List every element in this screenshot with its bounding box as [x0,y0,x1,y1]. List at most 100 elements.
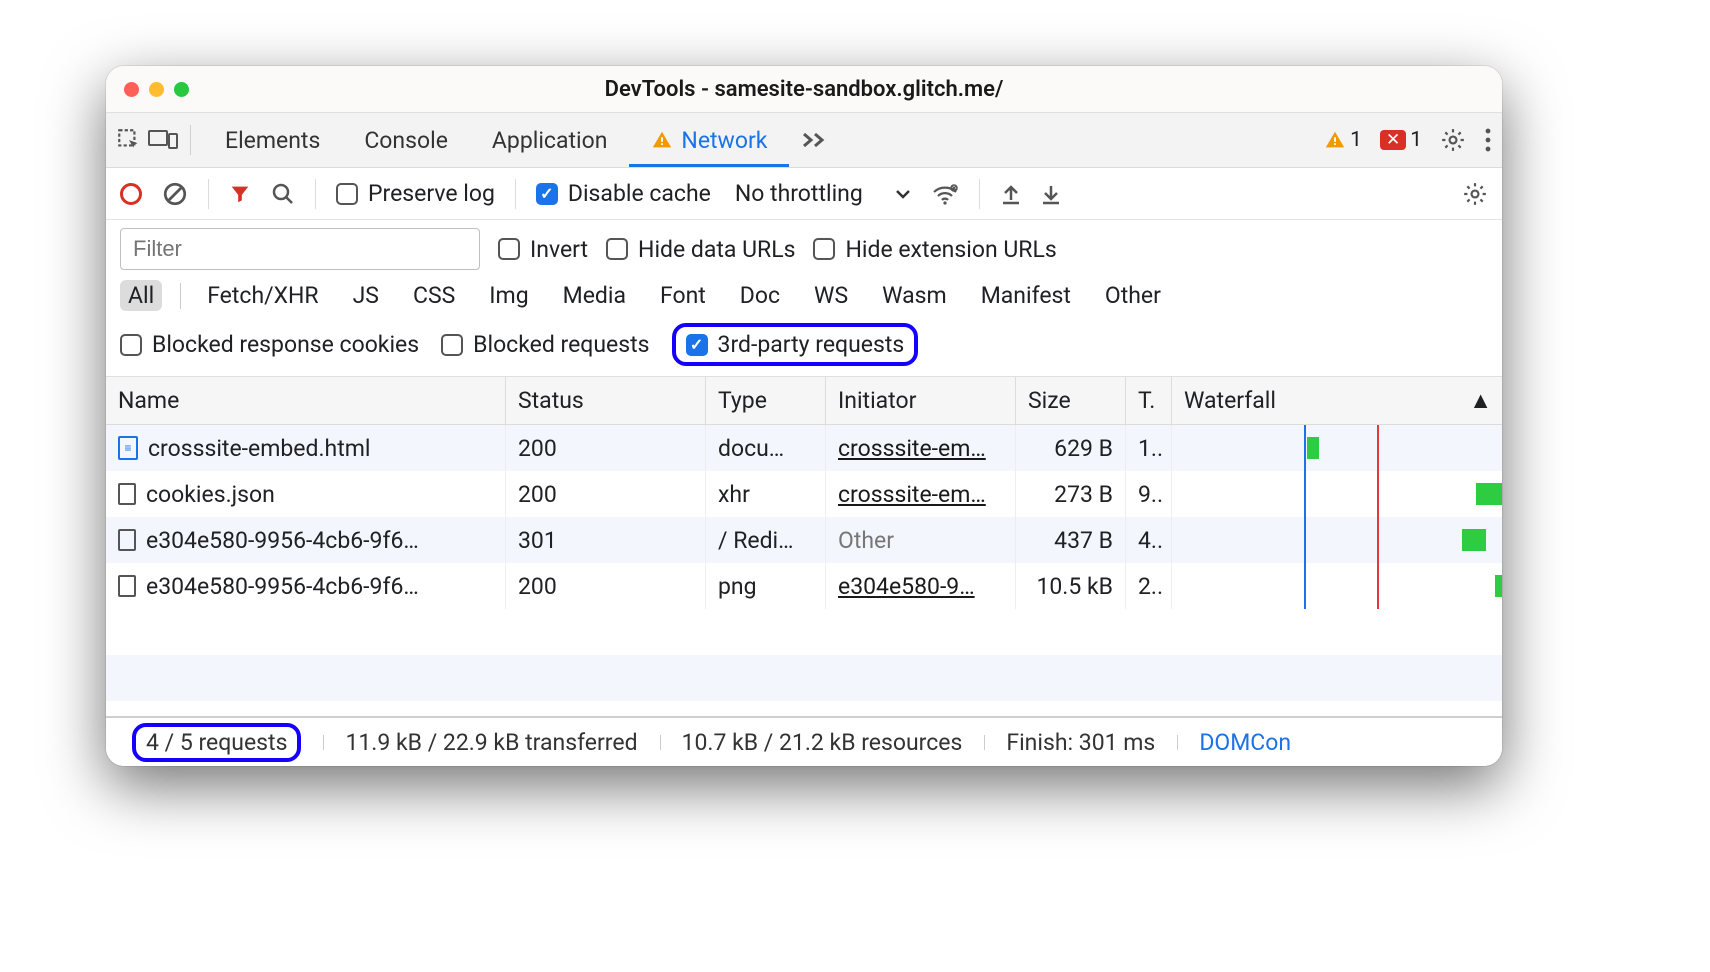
cell-name: cookies.json [106,471,506,517]
blocked-cookies-checkbox[interactable]: Blocked response cookies [120,331,419,358]
warning-icon [1324,129,1346,151]
table-row[interactable]: ≡crosssite-embed.html200docu… crosssite-e… [106,425,1502,471]
cell-type: xhr [706,471,826,517]
type-font[interactable]: Font [652,280,714,311]
titlebar: DevTools - samesite-sandbox.glitch.me/ [106,66,1502,112]
third-party-requests-highlight: ✓ 3rd-party requests [672,323,919,366]
cell-name: e304e580-9956-4cb6-9f6… [106,563,506,609]
invert-checkbox[interactable]: Invert [498,236,588,263]
tab-elements[interactable]: Elements [203,113,342,167]
download-har-icon[interactable] [1040,182,1062,206]
network-conditions-icon[interactable] [931,182,959,206]
network-settings-icon[interactable] [1462,181,1488,207]
window-title: DevTools - samesite-sandbox.glitch.me/ [106,77,1502,102]
panel-tabs: Elements Console Application Network 1 ✕… [106,112,1502,168]
cell-name: e304e580-9956-4cb6-9f6… [106,517,506,563]
hide-extension-urls-checkbox[interactable]: Hide extension URLs [813,236,1056,263]
col-type[interactable]: Type [706,377,826,424]
checkbox-icon [336,183,358,205]
initiator-link[interactable]: crosssite-em… [838,481,986,508]
type-all[interactable]: All [120,280,162,311]
tab-application[interactable]: Application [470,113,630,167]
filter-input[interactable] [120,228,480,270]
filter-icon[interactable] [229,183,251,205]
blocked-requests-checkbox[interactable]: Blocked requests [441,331,649,358]
device-toggle-icon[interactable] [148,127,178,153]
col-name[interactable]: Name [106,377,506,424]
cell-status: 200 [506,471,706,517]
cell-type: docu… [706,425,826,471]
cell-waterfall [1172,471,1502,517]
cell-name: ≡crosssite-embed.html [106,425,506,471]
status-transferred: 11.9 kB / 22.9 kB transferred [323,729,659,756]
cell-status: 200 [506,563,706,609]
cell-time: 2.. [1126,563,1172,609]
cell-status: 200 [506,425,706,471]
throttling-select[interactable]: No throttling [735,180,911,207]
tab-network[interactable]: Network [629,113,789,167]
error-icon: ✕ [1380,130,1406,150]
error-count[interactable]: ✕ 1 [1380,128,1422,152]
status-domcontent[interactable]: DOMCon [1177,729,1313,756]
col-time[interactable]: T. [1126,377,1172,424]
type-other[interactable]: Other [1097,280,1169,311]
col-initiator[interactable]: Initiator [826,377,1016,424]
cell-initiator: crosssite-em… [826,425,1016,471]
type-doc[interactable]: Doc [732,280,788,311]
type-ws[interactable]: WS [806,280,856,311]
table-header: Name Status Type Initiator Size T. Water… [106,377,1502,425]
status-resources: 10.7 kB / 21.2 kB resources [660,729,985,756]
type-css[interactable]: CSS [405,280,463,311]
cell-type: png [706,563,826,609]
cell-size: 629 B [1016,425,1126,471]
status-requests-highlight: 4 / 5 requests [114,729,323,756]
initiator-link[interactable]: e304e580-9… [838,573,975,600]
preserve-log-checkbox[interactable]: Preserve log [336,180,495,207]
cell-waterfall [1172,517,1502,563]
initiator-link[interactable]: crosssite-em… [838,435,986,462]
type-fetch-xhr[interactable]: Fetch/XHR [199,280,326,311]
kebab-icon[interactable] [1484,127,1492,153]
search-icon[interactable] [271,182,295,206]
col-waterfall[interactable]: Waterfall▲ [1172,377,1502,424]
settings-icon[interactable] [1440,127,1466,153]
sort-asc-icon: ▲ [1469,387,1492,414]
type-img[interactable]: Img [481,280,536,311]
status-bar: 4 / 5 requests 11.9 kB / 22.9 kB transfe… [106,716,1502,766]
col-size[interactable]: Size [1016,377,1126,424]
checkbox-icon [498,238,520,260]
col-status[interactable]: Status [506,377,706,424]
type-manifest[interactable]: Manifest [973,280,1079,311]
devtools-window: DevTools - samesite-sandbox.glitch.me/ E… [106,66,1502,766]
table-row[interactable]: e304e580-9956-4cb6-9f6…200png e304e580-9…… [106,563,1502,609]
empty-rows [106,609,1502,716]
status-finish: Finish: 301 ms [984,729,1177,756]
type-media[interactable]: Media [555,280,634,311]
status-requests: 4 / 5 requests [132,723,301,762]
record-icon[interactable] [120,183,142,205]
clear-icon[interactable] [162,181,188,207]
type-wasm[interactable]: Wasm [874,280,955,311]
table-row[interactable]: cookies.json200xhrcrosssite-em…273 B9.. [106,471,1502,517]
extra-filters: Blocked response cookies Blocked request… [106,317,1502,377]
upload-har-icon[interactable] [1000,182,1022,206]
checkbox-icon [606,238,628,260]
table-row[interactable]: e304e580-9956-4cb6-9f6…301/ Redi…Other43… [106,517,1502,563]
third-party-requests-checkbox[interactable]: ✓ 3rd-party requests [686,331,905,358]
cell-status: 301 [506,517,706,563]
disable-cache-checkbox[interactable]: ✓ Disable cache [536,180,711,207]
cell-time: 4.. [1126,517,1172,563]
cell-waterfall [1172,563,1502,609]
tabs-overflow[interactable] [789,113,841,167]
type-js[interactable]: JS [345,280,387,311]
cell-initiator: Other [826,517,1016,563]
cell-size: 10.5 kB [1016,563,1126,609]
tab-console[interactable]: Console [342,113,470,167]
hide-data-urls-checkbox[interactable]: Hide data URLs [606,236,795,263]
cell-time: 1.. [1126,425,1172,471]
checkbox-checked-icon: ✓ [536,183,558,205]
warning-count[interactable]: 1 [1324,128,1362,152]
inspect-icon[interactable] [116,127,142,153]
warning-icon [651,129,673,151]
checkbox-icon [441,334,463,356]
